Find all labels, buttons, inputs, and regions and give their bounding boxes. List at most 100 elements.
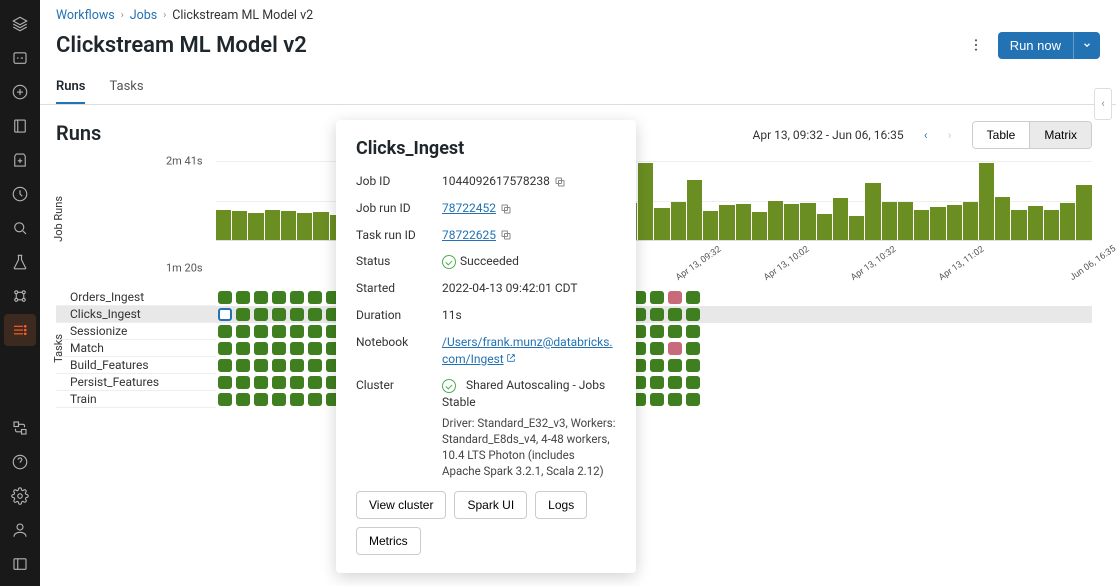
job-run-bar[interactable] — [930, 207, 945, 240]
copy-icon[interactable] — [500, 203, 512, 215]
job-run-bar[interactable] — [297, 213, 312, 240]
job-run-bar[interactable] — [1044, 210, 1059, 240]
metrics-button[interactable]: Metrics — [356, 527, 421, 555]
matrix-cell[interactable] — [290, 393, 304, 406]
matrix-cell[interactable] — [236, 308, 250, 321]
matrix-cell[interactable] — [668, 308, 682, 321]
copy-icon[interactable] — [500, 229, 512, 241]
matrix-cell[interactable] — [236, 325, 250, 338]
matrix-cell[interactable] — [218, 342, 232, 355]
matrix-cell[interactable] — [272, 325, 286, 338]
task-name[interactable]: Persist_Features — [56, 374, 216, 391]
matrix-cell[interactable] — [218, 359, 232, 372]
view-matrix[interactable]: Matrix — [1029, 122, 1091, 148]
sidebar-item-models[interactable] — [4, 280, 36, 312]
job-run-bar[interactable] — [865, 183, 880, 240]
job-run-bar[interactable] — [265, 210, 280, 240]
link-notebook[interactable]: /Users/frank.munz@databricks.com/Ingest — [442, 335, 613, 366]
matrix-cell[interactable] — [686, 325, 700, 338]
sidebar-item-create[interactable] — [4, 76, 36, 108]
matrix-cell[interactable] — [218, 308, 232, 321]
timeline-next[interactable]: › — [940, 125, 960, 145]
tab-tasks[interactable]: Tasks — [109, 71, 143, 104]
job-run-bar[interactable] — [281, 211, 296, 240]
job-run-bar[interactable] — [248, 213, 263, 240]
sidebar-item-repos[interactable] — [4, 144, 36, 176]
job-run-bar[interactable] — [1028, 206, 1043, 240]
matrix-cell[interactable] — [686, 291, 700, 304]
job-run-bar[interactable] — [687, 180, 702, 240]
sidebar-item-search[interactable] — [4, 212, 36, 244]
matrix-cell[interactable] — [272, 376, 286, 389]
job-run-bar[interactable] — [313, 212, 328, 240]
matrix-cell[interactable] — [686, 393, 700, 406]
matrix-cell[interactable] — [290, 359, 304, 372]
matrix-cell[interactable] — [308, 291, 322, 304]
sidebar-item-recents[interactable] — [4, 178, 36, 210]
job-run-bar[interactable] — [654, 208, 669, 240]
matrix-cell[interactable] — [668, 393, 682, 406]
matrix-cell[interactable] — [254, 359, 268, 372]
matrix-cell[interactable] — [308, 393, 322, 406]
kebab-menu-icon[interactable] — [962, 31, 990, 59]
sidebar-item-panel-toggle[interactable] — [4, 548, 36, 580]
matrix-cell[interactable] — [254, 393, 268, 406]
matrix-cell[interactable] — [650, 376, 664, 389]
job-run-bar[interactable] — [833, 198, 848, 240]
matrix-cell[interactable] — [308, 308, 322, 321]
task-name[interactable]: Sessionize — [56, 323, 216, 340]
matrix-cell[interactable] — [254, 291, 268, 304]
matrix-cell[interactable] — [254, 325, 268, 338]
matrix-cell[interactable] — [308, 325, 322, 338]
job-run-bar[interactable] — [947, 205, 962, 240]
job-run-bar[interactable] — [979, 163, 994, 240]
task-name[interactable]: Build_Features — [56, 357, 216, 374]
matrix-cell[interactable] — [218, 376, 232, 389]
job-run-bar[interactable] — [752, 212, 767, 240]
view-table[interactable]: Table — [973, 122, 1030, 148]
matrix-cell[interactable] — [254, 342, 268, 355]
logo-icon[interactable] — [4, 8, 36, 40]
job-run-bar[interactable] — [882, 202, 897, 240]
sidebar-item-help[interactable] — [4, 446, 36, 478]
matrix-cell[interactable] — [272, 291, 286, 304]
matrix-cell[interactable] — [308, 342, 322, 355]
matrix-cell[interactable] — [236, 342, 250, 355]
task-name[interactable]: Orders_Ingest — [56, 289, 216, 306]
matrix-cell[interactable] — [290, 308, 304, 321]
job-run-bar[interactable] — [898, 202, 913, 240]
matrix-cell[interactable] — [668, 376, 682, 389]
logs-button[interactable]: Logs — [535, 491, 587, 519]
matrix-cell[interactable] — [308, 376, 322, 389]
matrix-cell[interactable] — [686, 342, 700, 355]
sidebar-item-data[interactable] — [4, 42, 36, 74]
matrix-cell[interactable] — [650, 393, 664, 406]
job-run-bar[interactable] — [719, 205, 734, 240]
matrix-cell[interactable] — [668, 291, 682, 304]
copy-icon[interactable] — [554, 176, 566, 188]
matrix-cell[interactable] — [650, 342, 664, 355]
matrix-cell[interactable] — [668, 325, 682, 338]
view-cluster-button[interactable]: View cluster — [356, 491, 446, 519]
matrix-cell[interactable] — [686, 308, 700, 321]
matrix-cell[interactable] — [650, 325, 664, 338]
sidebar-item-settings[interactable] — [4, 480, 36, 512]
sidebar-item-workflows[interactable] — [4, 314, 36, 346]
matrix-cell[interactable] — [272, 359, 286, 372]
link-task-run-id[interactable]: 78722625 — [442, 228, 496, 242]
job-run-bar[interactable] — [232, 211, 247, 240]
task-name[interactable]: Clicks_Ingest — [56, 306, 216, 323]
sidebar-item-integrations[interactable] — [4, 412, 36, 444]
run-now-button[interactable]: Run now — [998, 32, 1073, 59]
matrix-cell[interactable] — [686, 359, 700, 372]
job-run-bar[interactable] — [963, 202, 978, 240]
link-job-run-id[interactable]: 78722452 — [442, 201, 496, 215]
job-run-bar[interactable] — [671, 202, 686, 240]
job-run-bar[interactable] — [736, 204, 751, 240]
matrix-cell[interactable] — [290, 342, 304, 355]
matrix-cell[interactable] — [236, 393, 250, 406]
matrix-cell[interactable] — [272, 393, 286, 406]
matrix-cell[interactable] — [650, 291, 664, 304]
spark-ui-button[interactable]: Spark UI — [454, 491, 527, 519]
task-name[interactable]: Match — [56, 340, 216, 357]
